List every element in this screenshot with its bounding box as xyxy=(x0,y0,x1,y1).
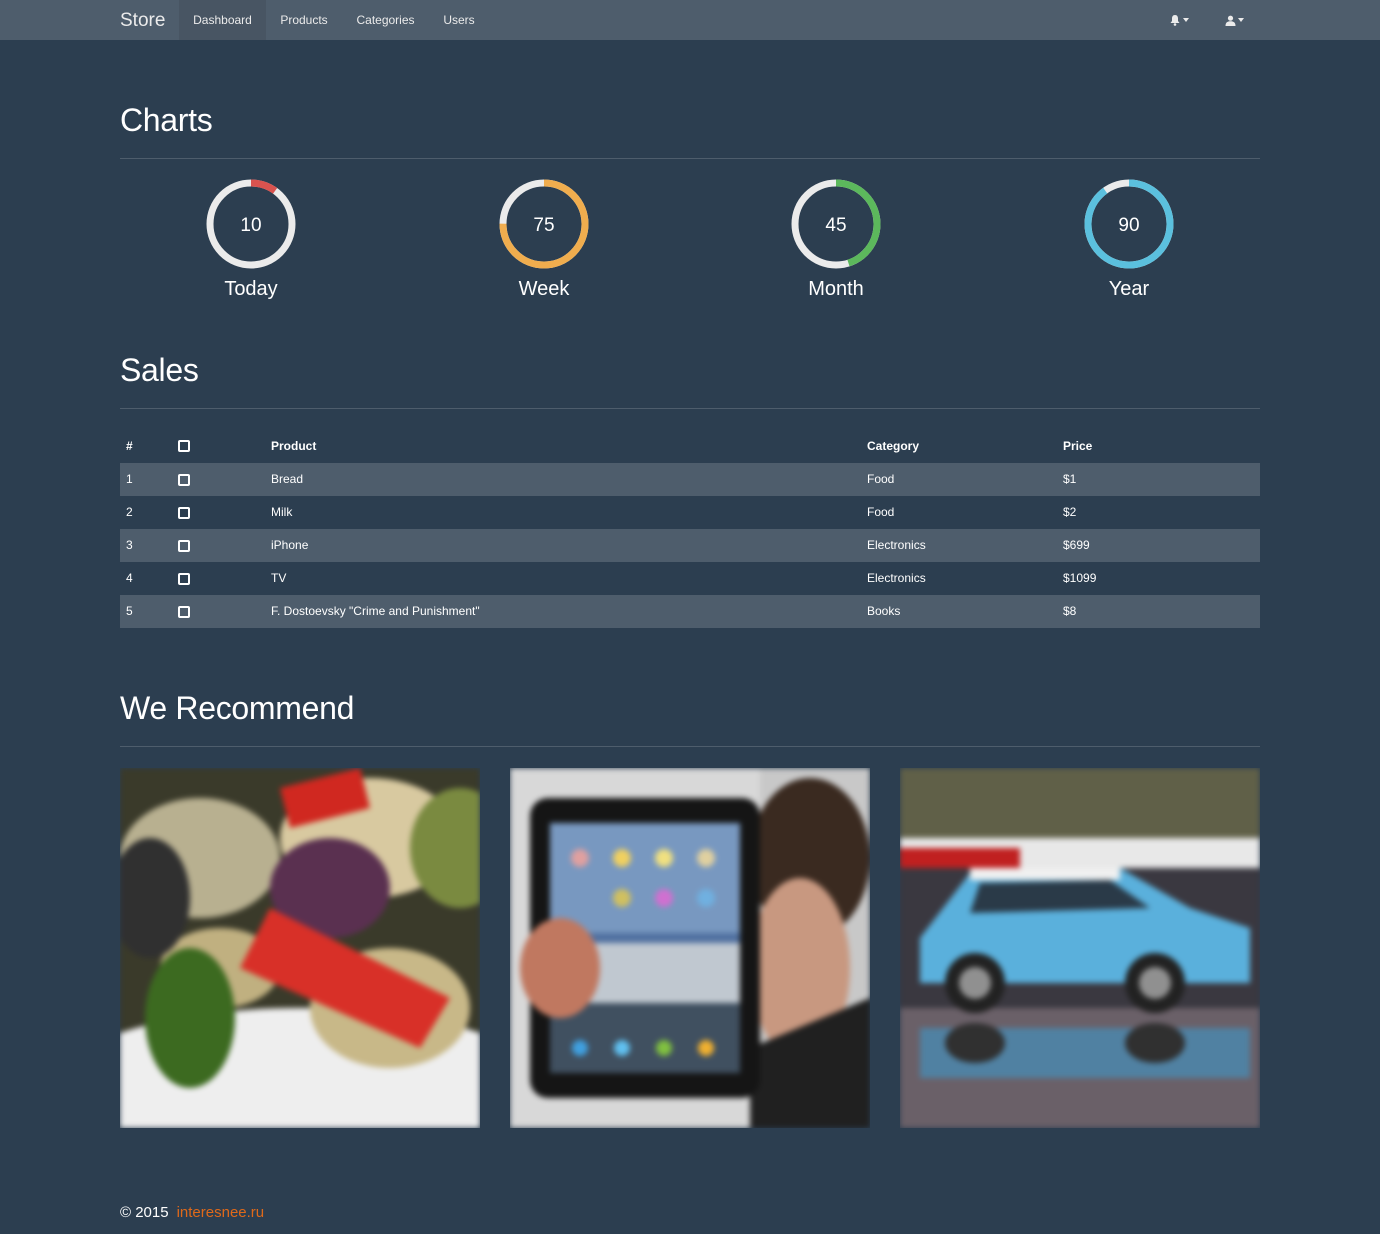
sales-heading: Sales xyxy=(120,352,199,388)
row-product: Bread xyxy=(271,472,304,486)
row-product: iPhone xyxy=(271,538,309,552)
donut-chart: 10 xyxy=(206,179,296,269)
col-product-header: Product xyxy=(271,439,317,453)
table-row: 1 Bread Food $1 xyxy=(120,463,1260,496)
footer-copyright: © 2015 xyxy=(120,1204,169,1221)
recommend-heading: We Recommend xyxy=(120,690,355,726)
donut-label: Week xyxy=(518,278,570,300)
row-checkbox[interactable] xyxy=(178,507,190,519)
row-checkbox[interactable] xyxy=(178,573,190,585)
row-price: $1 xyxy=(1063,472,1077,486)
tablet-photo[interactable] xyxy=(510,768,870,1128)
donut-value: 75 xyxy=(533,215,554,236)
table-row: 5 F. Dostoevsky "Crime and Punishment" B… xyxy=(120,595,1260,628)
row-price: $8 xyxy=(1063,604,1077,618)
table-row: 4 TV Electronics $1099 xyxy=(120,562,1260,595)
nav-users[interactable]: Users xyxy=(429,0,489,40)
brand-link[interactable]: Store xyxy=(120,0,165,40)
navbar: Store Dashboard Products Categories User… xyxy=(0,0,1380,40)
chevron-down-icon xyxy=(1238,18,1244,22)
user-dropdown[interactable] xyxy=(1225,0,1244,40)
row-price: $699 xyxy=(1063,538,1090,552)
row-price: $1099 xyxy=(1063,571,1097,585)
row-product: Milk xyxy=(271,505,293,519)
col-category-header: Category xyxy=(867,439,920,453)
donut-chart: 75 xyxy=(499,179,589,269)
footer-link[interactable]: interesnee.ru xyxy=(177,1204,265,1221)
row-category: Books xyxy=(867,604,901,618)
select-all-checkbox[interactable] xyxy=(178,440,190,452)
table-row: 3 iPhone Electronics $699 xyxy=(120,529,1260,562)
table-header-row: # Product Category Price xyxy=(120,430,1260,463)
donut-chart: 90 xyxy=(1084,179,1174,269)
donut-label: Today xyxy=(224,278,278,300)
row-product: TV xyxy=(271,571,287,585)
row-num: 1 xyxy=(126,472,133,486)
donut-month: 45 Month xyxy=(766,178,906,301)
row-checkbox[interactable] xyxy=(178,540,190,552)
chevron-down-icon xyxy=(1183,18,1189,22)
donut-value: 10 xyxy=(240,215,261,236)
row-category: Food xyxy=(867,505,895,519)
donut-chart: 45 xyxy=(791,179,881,269)
col-num-header: # xyxy=(126,439,133,453)
row-num: 2 xyxy=(126,505,133,519)
donut-label: Month xyxy=(808,278,864,300)
sales-table: # Product Category Price 1 Bread Food $1… xyxy=(120,430,1260,628)
row-category: Food xyxy=(867,472,895,486)
row-category: Electronics xyxy=(867,538,926,552)
row-num: 5 xyxy=(126,604,133,618)
charts-divider xyxy=(120,158,1260,159)
donut-week: 75 Week xyxy=(474,178,614,301)
notifications-dropdown[interactable] xyxy=(1169,0,1189,40)
row-checkbox[interactable] xyxy=(178,474,190,486)
bell-icon xyxy=(1170,15,1180,26)
donut-value: 45 xyxy=(825,215,846,236)
col-price-header: Price xyxy=(1063,439,1093,453)
donut-year: 90 Year xyxy=(1059,178,1199,301)
row-num: 3 xyxy=(126,538,133,552)
nav-products[interactable]: Products xyxy=(266,0,342,40)
grilled-vegetables-photo[interactable] xyxy=(120,768,480,1128)
donut-today: 10 Today xyxy=(181,178,321,301)
row-category: Electronics xyxy=(867,571,926,585)
row-checkbox[interactable] xyxy=(178,606,190,618)
recommend-divider xyxy=(120,746,1260,747)
donut-label: Year xyxy=(1108,278,1150,300)
table-row: 2 Milk Food $2 xyxy=(120,496,1260,529)
row-num: 4 xyxy=(126,571,133,585)
charts-heading: Charts xyxy=(120,102,213,138)
sales-divider xyxy=(120,408,1260,409)
row-product: F. Dostoevsky "Crime and Punishment" xyxy=(271,604,480,618)
blue-car-photo[interactable] xyxy=(900,768,1260,1128)
row-price: $2 xyxy=(1063,505,1077,519)
nav-categories[interactable]: Categories xyxy=(342,0,429,40)
user-icon xyxy=(1225,15,1236,26)
donut-value: 90 xyxy=(1118,215,1139,236)
footer: © 2015 interesnee.ru xyxy=(120,1204,264,1221)
nav-dashboard[interactable]: Dashboard xyxy=(179,0,266,40)
